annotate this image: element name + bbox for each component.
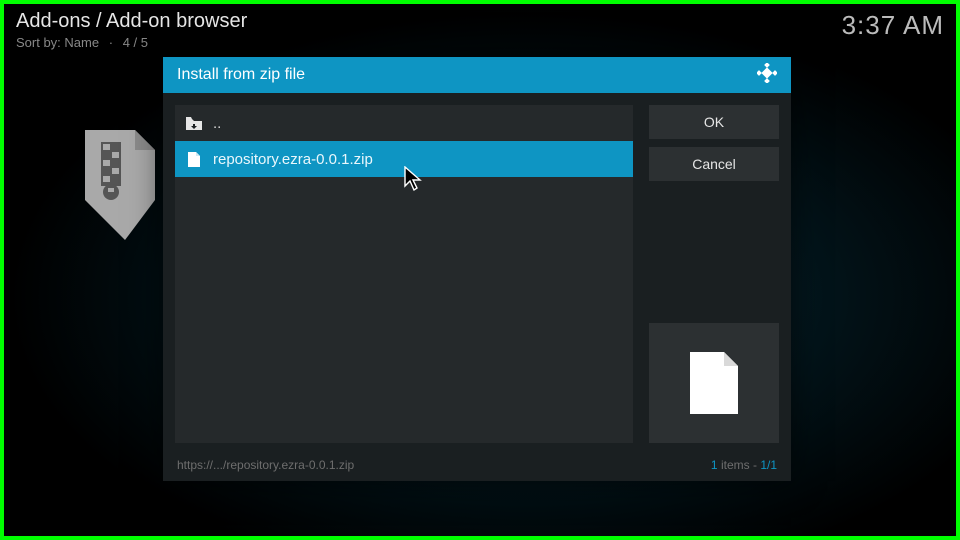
file-preview (649, 323, 779, 443)
footer-count: 1 items - 1/1 (711, 458, 777, 472)
cancel-button[interactable]: Cancel (649, 147, 779, 181)
install-zip-dialog: Install from zip file .. repository.ezra… (163, 57, 791, 481)
ok-button[interactable]: OK (649, 105, 779, 139)
file-icon (185, 152, 203, 167)
header-subline: Sort by: Name 4 / 5 (16, 35, 247, 50)
file-list: .. repository.ezra-0.0.1.zip (175, 105, 633, 443)
dialog-title-text: Install from zip file (177, 66, 305, 84)
parent-dir-row[interactable]: .. (175, 105, 633, 141)
file-row-selected[interactable]: repository.ezra-0.0.1.zip (175, 141, 633, 177)
kodi-logo-icon (757, 63, 777, 88)
sort-label: Sort by: Name (16, 35, 99, 50)
cancel-button-label: Cancel (692, 156, 736, 172)
list-position: 4 / 5 (123, 35, 148, 50)
separator-dot (103, 35, 119, 50)
zip-background-icon (75, 130, 165, 240)
clock: 3:37 AM (842, 10, 944, 50)
footer-path: https://.../repository.ezra-0.0.1.zip (177, 458, 354, 472)
file-name: repository.ezra-0.0.1.zip (213, 151, 373, 168)
ok-button-label: OK (704, 114, 724, 130)
file-preview-icon (688, 350, 740, 416)
dialog-titlebar: Install from zip file (163, 57, 791, 93)
folder-up-icon (185, 116, 203, 130)
header: Add-ons / Add-on browser Sort by: Name 4… (16, 10, 944, 50)
dialog-footer: https://.../repository.ezra-0.0.1.zip 1 … (163, 455, 791, 481)
parent-dir-label: .. (213, 115, 221, 132)
breadcrumb: Add-ons / Add-on browser (16, 10, 247, 33)
